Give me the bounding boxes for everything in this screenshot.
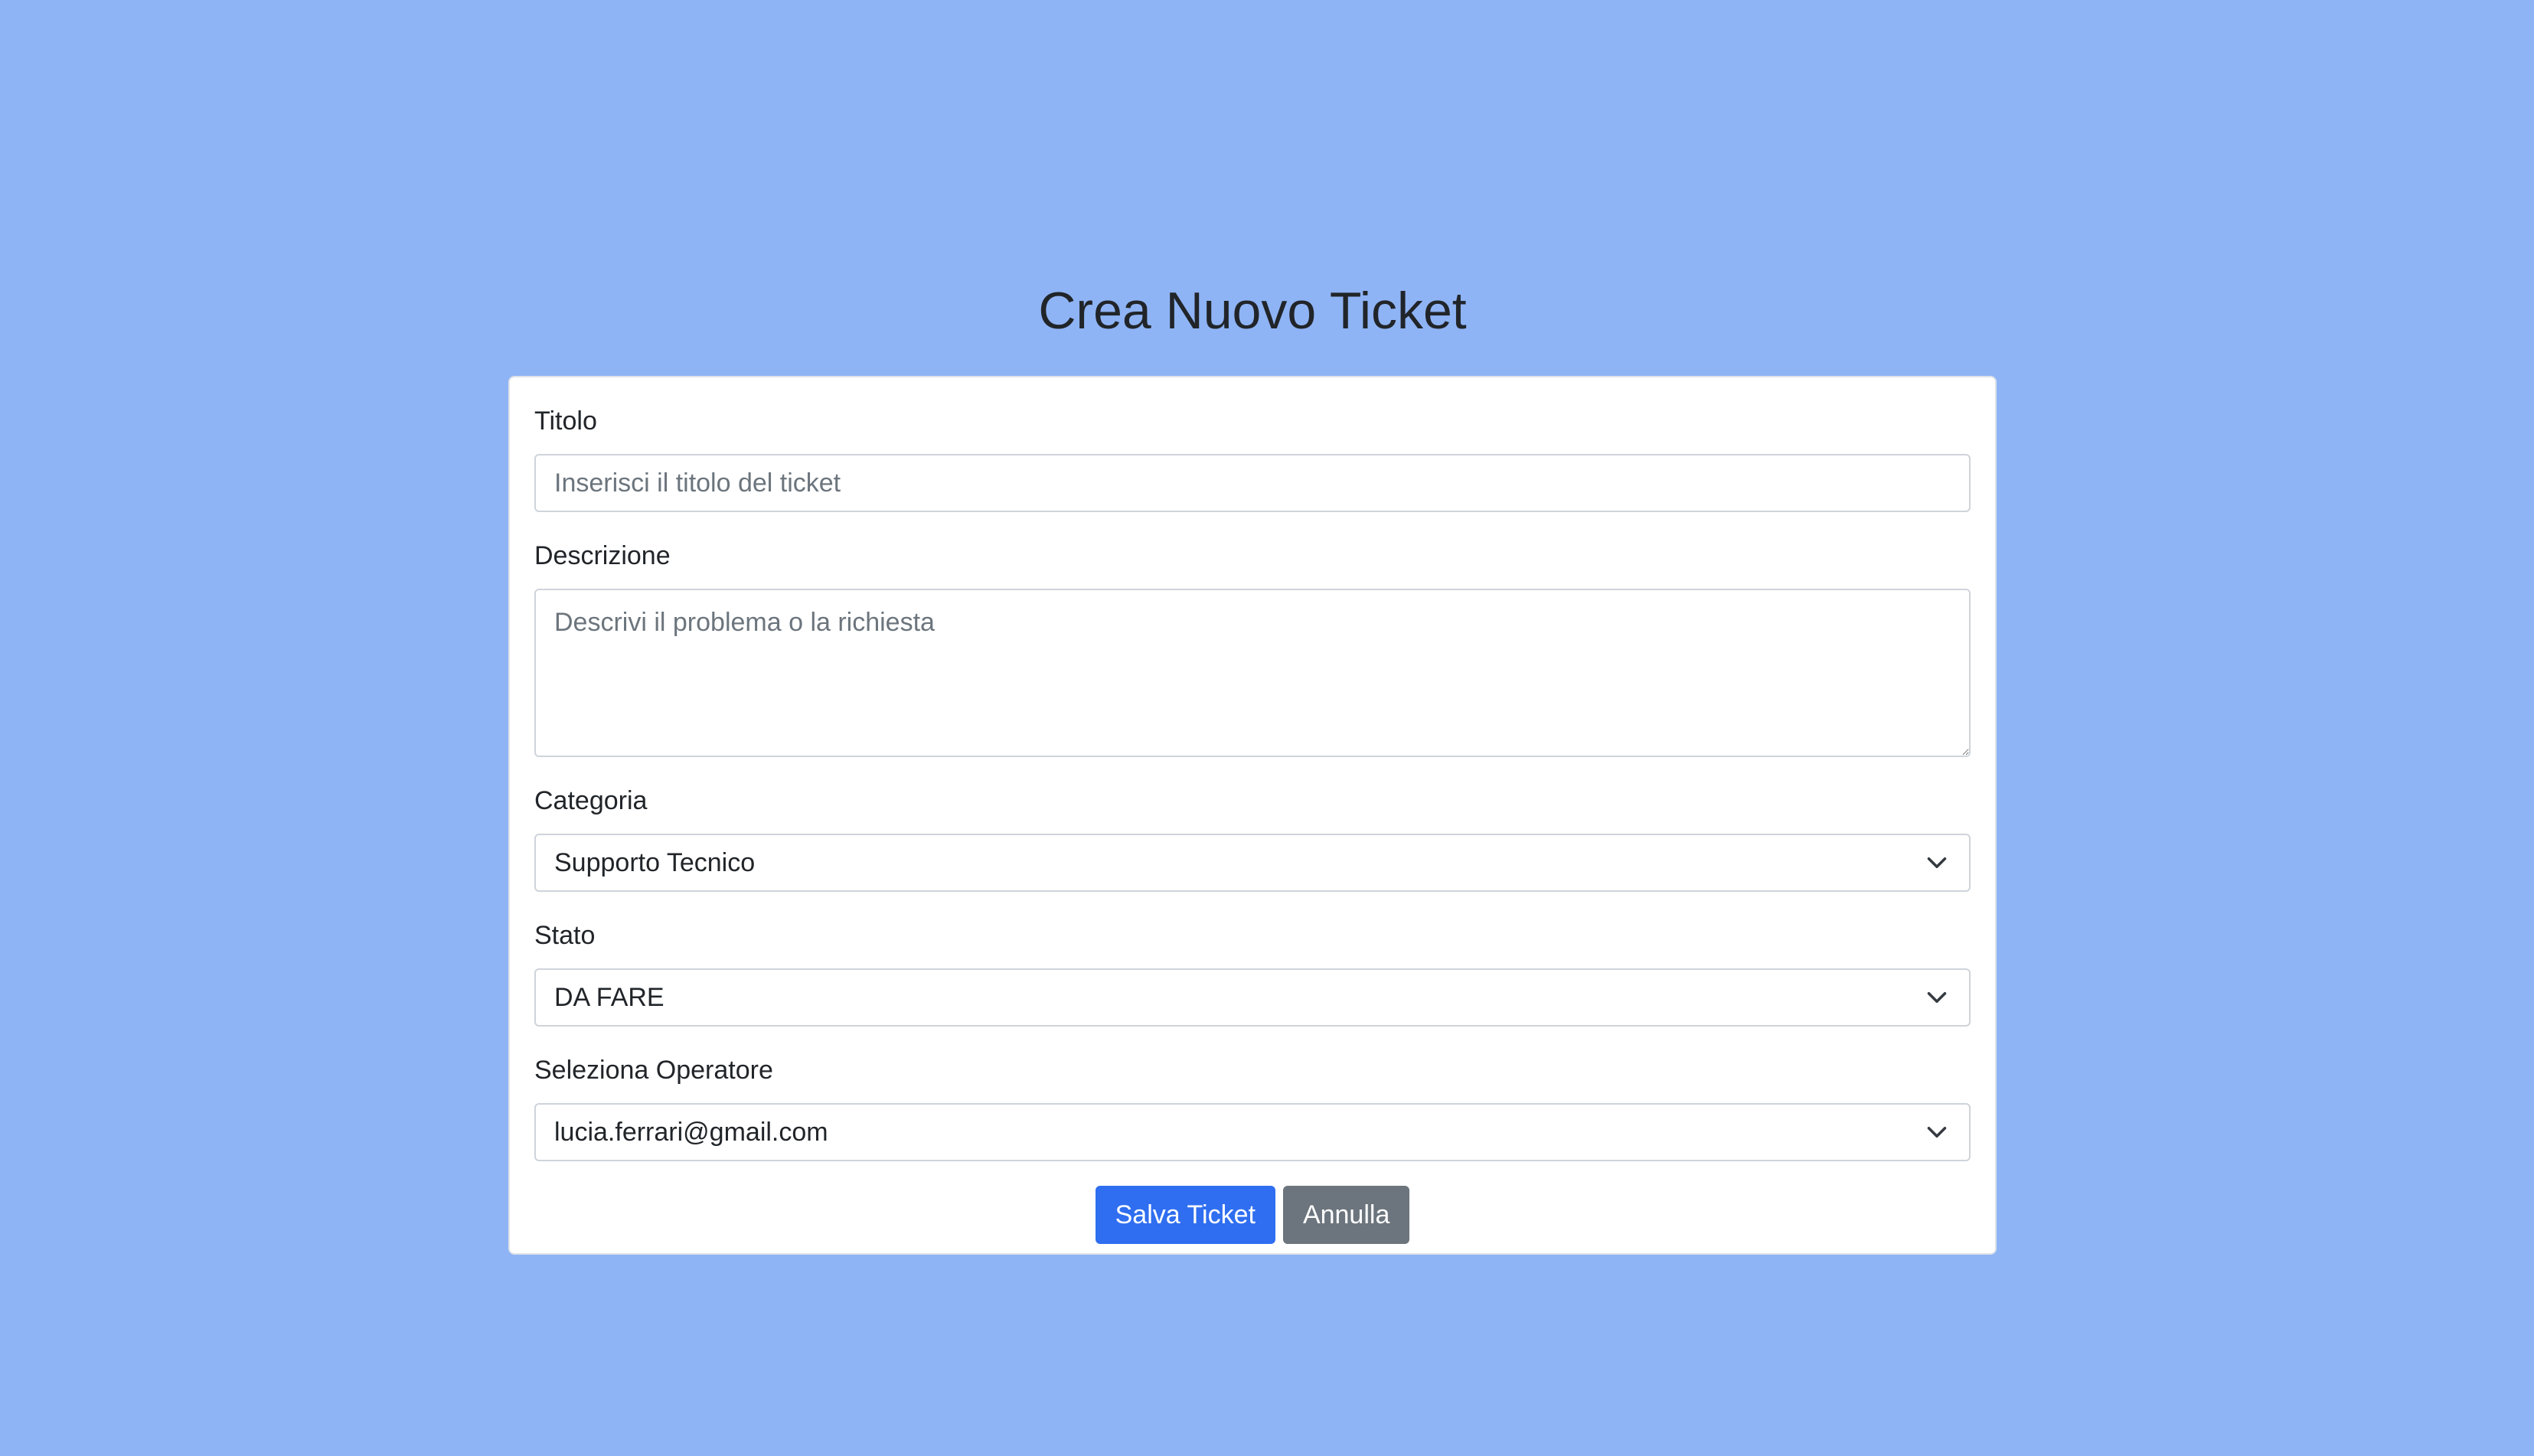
form-actions: Salva Ticket Annulla xyxy=(534,1186,1971,1244)
categoria-label: Categoria xyxy=(534,786,648,815)
descrizione-group: Descrizione xyxy=(534,537,1971,757)
categoria-select[interactable]: Supporto Tecnico xyxy=(534,834,1971,892)
operatore-group: Seleziona Operatore lucia.ferrari@gmail.… xyxy=(534,1051,1971,1161)
titolo-label: Titolo xyxy=(534,406,597,436)
stato-select[interactable]: DA FARE xyxy=(534,968,1971,1027)
operatore-label: Seleziona Operatore xyxy=(534,1056,773,1085)
stato-group: Stato DA FARE xyxy=(534,916,1971,1027)
descrizione-textarea[interactable] xyxy=(534,589,1971,757)
categoria-group: Categoria Supporto Tecnico xyxy=(534,782,1971,892)
operatore-selected-value: lucia.ferrari@gmail.com xyxy=(554,1117,828,1147)
page-title: Crea Nuovo Ticket xyxy=(1038,282,1467,340)
chevron-down-icon xyxy=(1927,857,1947,868)
categoria-selected-value: Supporto Tecnico xyxy=(554,847,756,877)
chevron-down-icon xyxy=(1927,1127,1947,1138)
chevron-down-icon xyxy=(1927,992,1947,1003)
descrizione-label: Descrizione xyxy=(534,541,671,570)
save-ticket-button[interactable]: Salva Ticket xyxy=(1095,1186,1275,1244)
operatore-select[interactable]: lucia.ferrari@gmail.com xyxy=(534,1103,1971,1161)
ticket-form-card: Titolo Descrizione Categoria Supporto Te… xyxy=(508,376,1997,1255)
page: Crea Nuovo Ticket Titolo Descrizione Cat… xyxy=(0,0,2534,1456)
cancel-button[interactable]: Annulla xyxy=(1282,1186,1410,1244)
titolo-group: Titolo xyxy=(534,402,1971,512)
titolo-input[interactable] xyxy=(534,454,1971,512)
stato-selected-value: DA FARE xyxy=(554,982,665,1012)
stato-label: Stato xyxy=(534,921,596,950)
